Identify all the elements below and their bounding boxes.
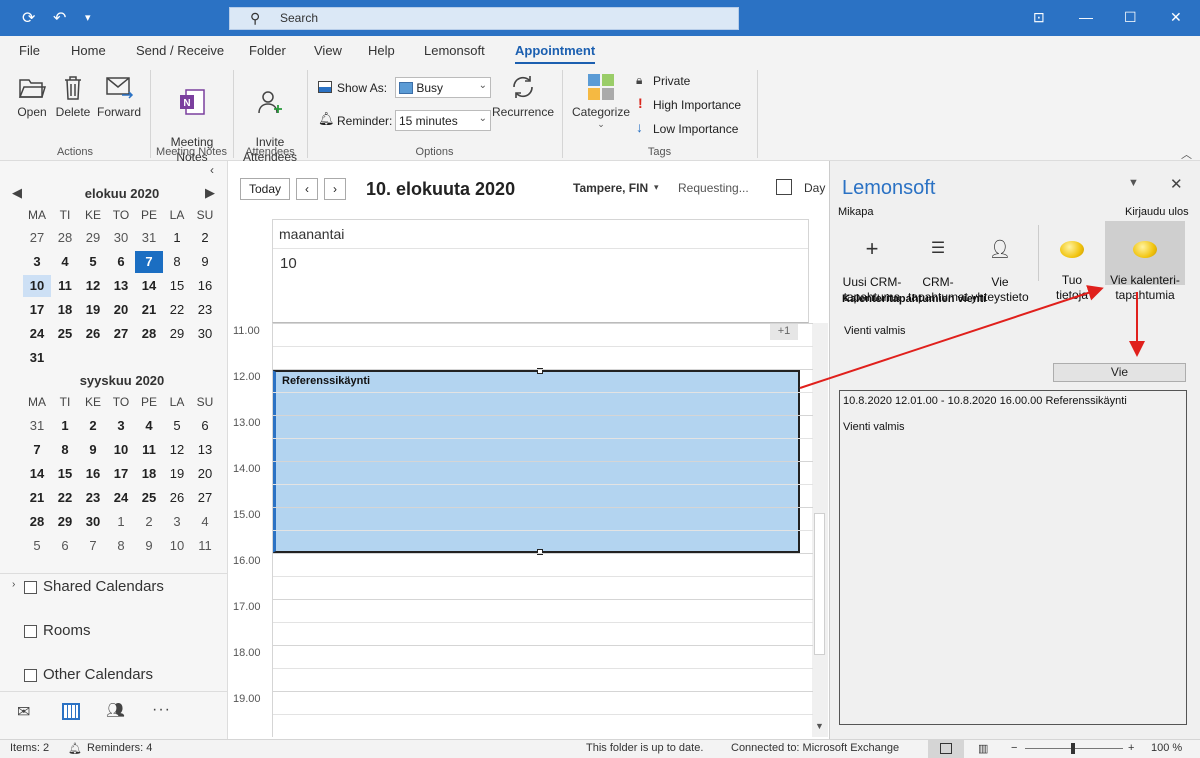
reading-view-icon[interactable]: ▥ — [978, 742, 988, 755]
zoom-out-icon[interactable]: − — [1011, 742, 1017, 754]
arrow-to-export-button — [799, 285, 1104, 389]
reminders-count[interactable]: Reminders: 4 — [87, 742, 152, 754]
time-column-divider — [272, 323, 273, 737]
items-count: Items: 2 — [10, 742, 50, 754]
zoom-in-icon[interactable]: + — [1128, 742, 1134, 754]
annotation-arrows — [799, 285, 1145, 389]
connection-status: Connected to: Microsoft Exchange — [731, 742, 900, 754]
folder-status: This folder is up to date. — [586, 742, 704, 754]
bell-icon: 🔔︎ — [68, 743, 82, 755]
zoom-level: 100 % — [1151, 742, 1183, 754]
status-bar: Items: 2 🔔︎ Reminders: 4 This folder is … — [0, 739, 1200, 758]
zoom-slider-thumb[interactable] — [1071, 743, 1075, 754]
normal-view-icon — [940, 743, 952, 754]
